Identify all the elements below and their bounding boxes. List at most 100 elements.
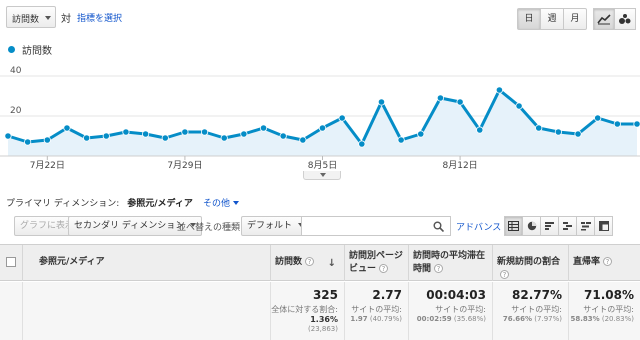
pie-view-button[interactable] (522, 216, 541, 236)
search-icon[interactable] (433, 221, 444, 232)
data-point (417, 130, 425, 138)
data-point (141, 130, 150, 138)
column-header-visits-label: 訪問数 (275, 257, 303, 267)
column-header-pages-per-visit[interactable]: 訪問別ページビュー? (344, 245, 408, 281)
totals-pages-cell: 2.77 サイトの平均: 1.97 (40.79%) (344, 282, 408, 340)
chart-legend: 訪問数 (8, 42, 52, 57)
help-icon[interactable]: ? (603, 257, 613, 266)
totals-new-site-avg-label: サイトの平均: (511, 305, 562, 314)
totals-pages-site-avg-label: サイトの平均: (351, 305, 402, 314)
data-point (220, 134, 228, 142)
data-point (43, 136, 51, 144)
help-icon[interactable]: ? (379, 264, 389, 273)
data-point (436, 94, 445, 102)
data-point (161, 134, 169, 142)
table-search-field[interactable] (301, 216, 451, 236)
comparison-view-button[interactable] (558, 216, 577, 236)
totals-label-cell (22, 282, 270, 340)
primary-dimension-other[interactable]: その他 (203, 196, 239, 209)
select-all-checkbox[interactable] (6, 257, 16, 267)
period-day-button[interactable]: 日 (517, 8, 541, 30)
sort-descending-icon: ↓ (327, 258, 336, 269)
data-point (574, 130, 582, 138)
totals-bounce-avg-value: 58.83% (570, 315, 600, 323)
sort-type-label: 並べ替えの種類: (177, 223, 244, 233)
column-header-new-visits[interactable]: 新規訪問の割合? (492, 245, 568, 281)
data-point (358, 140, 366, 148)
data-point (594, 114, 602, 122)
column-header-source-medium[interactable]: 参照元/メディア (22, 245, 270, 281)
totals-duration-cell: 00:04:03 サイトの平均: 00:02:59 (35.68%) (408, 282, 492, 340)
y-tick-label: 20 (10, 106, 22, 116)
column-header-bounce-rate[interactable]: 直帰率? (568, 245, 640, 281)
performance-view-button[interactable] (540, 216, 559, 236)
data-point (83, 134, 91, 142)
period-week-button[interactable]: 週 (540, 8, 564, 30)
totals-new-visits-cell: 82.77% サイトの平均: 76.66% (7.97%) (492, 282, 568, 340)
data-point (554, 128, 562, 136)
advanced-filter-link[interactable]: アドバンス (456, 220, 501, 233)
table-header-row: 参照元/メディア 訪問数? ↓ 訪問別ページビュー? 訪問時の平均滞在時間? 新… (0, 245, 640, 281)
data-point (102, 132, 110, 140)
totals-bounce-diff: (20.83%) (601, 315, 634, 323)
totals-visits-share-label: 全体に対する割合: (271, 305, 338, 314)
grid-icon (508, 221, 519, 231)
totals-visits-cell: 325 全体に対する割合: 1.36% (23,863) (270, 282, 344, 340)
chevron-down-icon (232, 201, 239, 205)
data-point (613, 120, 621, 128)
totals-pages-avg-value: 1.97 (350, 315, 368, 323)
totals-new-site-avg: 76.66% (7.97%) (493, 315, 562, 323)
help-icon[interactable]: ? (500, 270, 509, 279)
term-cloud-view-button[interactable] (576, 216, 595, 236)
x-tick-label: 7月29日 (167, 160, 202, 170)
data-point (397, 136, 405, 144)
x-tick-label: 7月22日 (30, 160, 65, 170)
data-point (515, 102, 523, 110)
data-table-view-button[interactable] (504, 216, 523, 236)
data-point (122, 128, 130, 136)
totals-bounce-site-avg: 58.83% (20.83%) (569, 315, 634, 323)
column-header-visits[interactable]: 訪問数? ↓ (270, 245, 344, 281)
table-toolbar: グラフに表示 セカンダリ ディメンション 並べ替えの種類: デフォルト アドバン… (0, 216, 640, 238)
pivot-icon (598, 221, 609, 231)
pivot-view-button[interactable] (594, 216, 613, 236)
chart-collapse-handle[interactable] (303, 171, 341, 180)
data-point (318, 124, 327, 132)
select-metric-link[interactable]: 指標を選択 (77, 11, 122, 24)
pie-chart-icon (527, 221, 536, 231)
column-header-avg-duration[interactable]: 訪問時の平均滞在時間? (408, 245, 492, 281)
totals-duration-site-avg: 00:02:59 (35.68%) (409, 315, 486, 323)
totals-new-avg-value: 76.66% (502, 315, 533, 323)
totals-bounce-cell: 71.08% サイトの平均: 58.83% (20.83%) (568, 282, 640, 340)
motion-chart-button[interactable] (614, 8, 636, 30)
primary-dimension-other-label: その他 (202, 199, 230, 209)
bubble-chart-icon (619, 14, 631, 24)
totals-visits-overall: (23,863) (308, 325, 338, 333)
period-month-button[interactable]: 月 (563, 8, 587, 30)
table-view-toggle (504, 216, 613, 236)
data-point (200, 128, 209, 136)
data-point (338, 114, 346, 122)
primary-dimension-bar: プライマリ ディメンション: 参照元/メディア その他 (6, 196, 239, 209)
primary-dimension-label: プライマリ ディメンション: (6, 199, 120, 209)
column-header-duration-label: 訪問時の平均滞在時間 (413, 251, 486, 274)
help-icon[interactable]: ? (434, 264, 444, 273)
period-toggle: 日 週 月 (517, 8, 587, 30)
visits-area (8, 90, 637, 156)
primary-dimension-source-medium[interactable]: 参照元/メディア (127, 196, 193, 209)
line-chart-button[interactable] (593, 8, 615, 30)
totals-bounce-site-avg-label: サイトの平均: (583, 305, 634, 314)
totals-duration-site-avg-label: サイトの平均: (435, 305, 486, 314)
table-search-input[interactable] (302, 217, 430, 235)
data-point (259, 124, 268, 132)
sort-type-dropdown[interactable]: デフォルト (241, 216, 311, 236)
data-point (633, 120, 640, 128)
metric-selector[interactable]: 訪問数 (6, 6, 56, 28)
data-point (279, 132, 287, 140)
help-icon[interactable]: ? (305, 257, 315, 266)
column-header-new-visits-label: 新規訪問の割合 (497, 257, 561, 267)
chart-type-toggle (593, 8, 636, 30)
totals-bounce-value: 71.08% (584, 288, 634, 302)
totals-duration-value: 00:04:03 (426, 288, 486, 302)
legend-label: 訪問数 (22, 46, 52, 57)
